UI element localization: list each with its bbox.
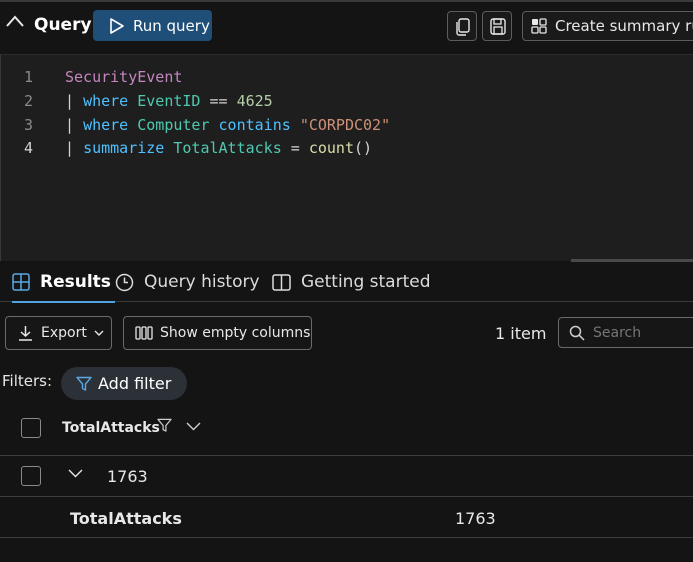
row-checkbox[interactable] [21,466,41,486]
code-text: | where EventID == 4625 [65,89,273,113]
header-divider [0,455,693,456]
tab-results[interactable]: Results [12,262,115,303]
save-button[interactable] [482,11,512,41]
code-token: | [65,92,84,110]
code-token: 4625 [236,92,273,110]
code-text: | summarize TotalAttacks = count() [65,136,372,160]
code-text: SecurityEvent [65,65,182,89]
code-token: TotalAttacks [173,139,282,157]
collapse-chevron-icon[interactable] [5,14,25,28]
code-token: where [83,92,138,110]
line-number: 1 [23,68,33,86]
add-filter-button[interactable]: Add filter [61,367,187,400]
code-token: == [200,92,237,110]
row-divider [0,496,693,497]
code-token: | [65,116,84,134]
detail-field-value: 1763 [455,509,496,528]
code-line[interactable]: 4 | summarize TotalAttacks = count() [1,136,693,160]
summary-rule-icon [531,18,547,34]
item-count: 1 item [495,324,547,343]
columns-icon [135,326,153,340]
query-editor[interactable]: 1 SecurityEvent 2 | where EventID == 4625 3 |… [0,54,693,262]
column-filter-icon[interactable] [157,418,172,433]
tab-getting-started-label: Getting started [301,272,431,292]
grid-icon [12,273,40,291]
show-empty-columns-button[interactable]: Show empty columns [123,316,312,350]
code-token: summarize [83,139,174,157]
tab-query-history[interactable]: Query history [115,262,260,302]
code-token: contains [209,116,300,134]
detail-divider [0,537,693,538]
add-filter-label: Add filter [98,374,172,393]
export-button[interactable]: Export [5,316,112,350]
tab-getting-started[interactable]: Getting started [272,262,431,302]
code-token: = [281,139,309,157]
code-token: | [65,139,84,157]
code-token: EventID [137,92,201,110]
code-token: () [354,139,373,157]
column-menu-chevron-icon[interactable] [186,422,201,431]
copy-icon [455,18,471,36]
search-input[interactable] [593,323,688,343]
filters-label: Filters: [2,372,53,390]
export-label: Export [41,325,87,341]
line-number: 4 [23,139,33,157]
expand-chevron-icon[interactable] [68,469,83,478]
query-header: Query Run query Create summary r [0,0,693,54]
play-icon [109,17,125,35]
save-icon [490,18,506,35]
results-tabs: Results Query history Getting started [0,262,693,303]
query-title: Query [34,15,92,35]
line-number: 2 [23,92,33,110]
code-line[interactable]: 1 SecurityEvent [1,65,693,89]
create-summary-rule-button[interactable]: Create summary rule [522,11,693,41]
code-text: | where Computer contains "CORPDC02" [65,113,390,137]
code-token: "CORPDC02" [299,116,391,134]
copy-button[interactable] [447,11,477,41]
create-summary-rule-label: Create summary rule [555,17,693,35]
code-token: SecurityEvent [65,68,183,86]
filter-icon [76,376,92,392]
search-box[interactable] [558,317,693,348]
detail-field-label: TotalAttacks [70,509,182,528]
run-query-label: Run query [133,16,210,35]
code-token: Computer [137,116,210,134]
clock-icon [115,273,144,292]
search-icon [569,325,585,341]
download-icon [18,325,33,341]
book-icon [272,273,301,291]
group-value: 1763 [107,467,148,486]
code-line[interactable]: 2 | where EventID == 4625 [1,89,693,113]
chevron-down-icon [94,330,104,336]
tab-query-history-label: Query history [144,272,260,292]
code-token: count [308,139,354,157]
column-header-totalattacks[interactable]: TotalAttacks [62,420,160,436]
code-token: where [83,116,138,134]
tab-results-label: Results [40,272,111,292]
run-query-button[interactable]: Run query [93,10,212,41]
select-all-checkbox[interactable] [21,418,41,438]
code-line[interactable]: 3 | where Computer contains "CORPDC02" [1,113,693,137]
show-empty-columns-label: Show empty columns [160,325,311,341]
line-number: 3 [23,116,33,134]
